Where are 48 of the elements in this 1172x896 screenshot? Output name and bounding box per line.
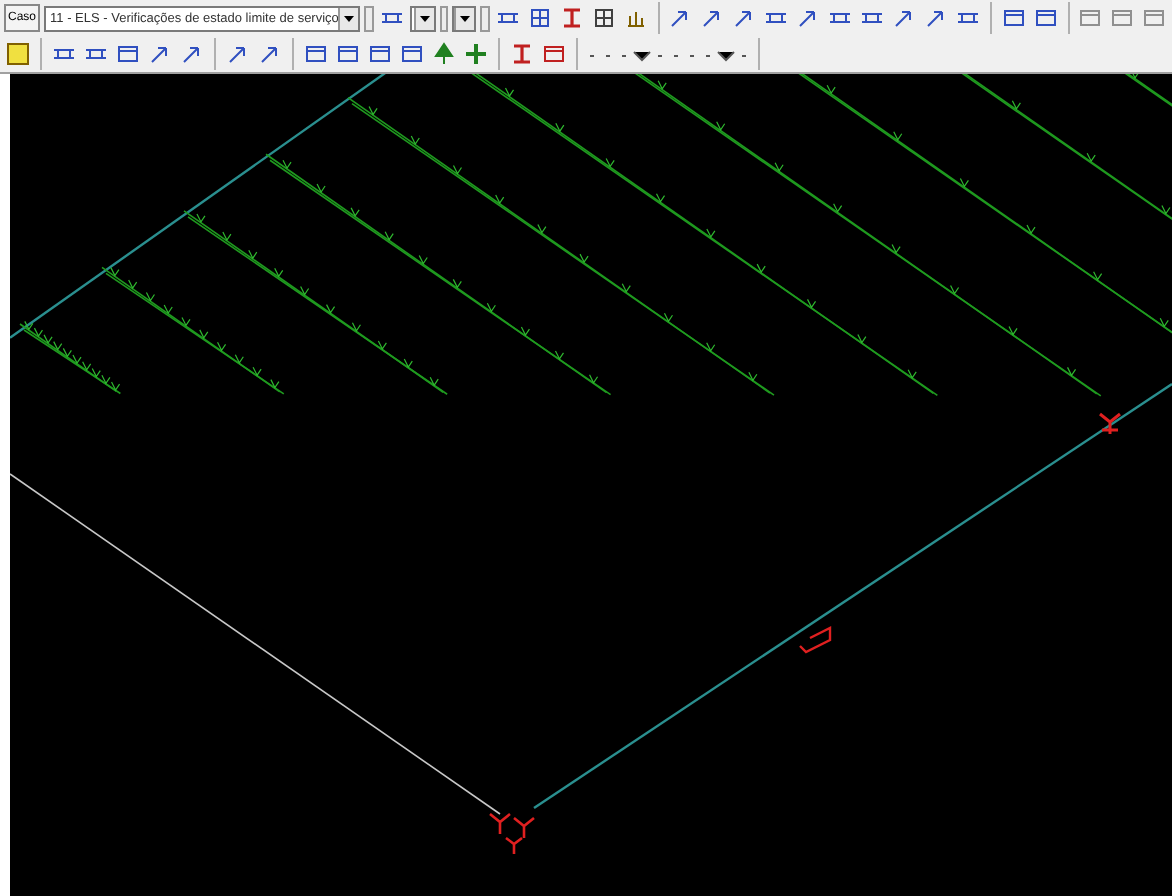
chart-icon	[623, 6, 648, 30]
window-icon	[542, 42, 566, 66]
arrow-icon	[180, 42, 204, 66]
arrow-icon	[148, 42, 172, 66]
toolbar-button[interactable]	[334, 40, 362, 68]
toolbar-button[interactable]	[430, 40, 458, 68]
toolbar-button[interactable]	[508, 40, 536, 68]
toolbar-button[interactable]	[4, 40, 32, 68]
cross-icon	[464, 42, 488, 66]
toolbar-button[interactable]	[462, 40, 490, 68]
grid-icon	[527, 6, 552, 30]
window-icon	[336, 42, 360, 66]
window-icon	[1110, 6, 1135, 30]
arrow-icon	[700, 6, 725, 30]
window-icon	[1078, 6, 1103, 30]
arrow-icon	[732, 6, 757, 30]
arrow-icon	[892, 6, 917, 30]
toolbar-button[interactable]	[398, 40, 426, 68]
window-icon	[1001, 6, 1026, 30]
pillar-icon	[559, 6, 584, 30]
toolbar-button[interactable]	[366, 40, 394, 68]
pillar-icon	[510, 42, 534, 66]
window-icon	[1142, 6, 1167, 30]
toolbar-button[interactable]	[999, 4, 1028, 32]
grid-icon	[591, 6, 616, 30]
caret-icon	[460, 15, 471, 21]
toolbar-button[interactable]	[302, 40, 330, 68]
arrow-icon	[924, 6, 949, 30]
window-icon	[1033, 6, 1058, 30]
arrow-icon	[226, 42, 250, 66]
window-icon	[400, 42, 424, 66]
marker-icon	[6, 42, 30, 66]
dropdown[interactable]	[452, 5, 477, 31]
toolbar-button[interactable]	[114, 40, 142, 68]
arrow-icon	[668, 6, 693, 30]
arrow-icon	[796, 6, 821, 30]
window-icon	[116, 42, 140, 66]
toolbar-button[interactable]	[589, 4, 618, 32]
tree-icon	[432, 42, 456, 66]
toolbar-button[interactable]	[1031, 4, 1060, 32]
caret-icon	[419, 15, 430, 21]
toolbar-button[interactable]	[540, 40, 568, 68]
arrow-icon	[258, 42, 282, 66]
window-icon	[368, 42, 392, 66]
toolbar-button[interactable]	[525, 4, 554, 32]
dropdown[interactable]	[409, 5, 436, 31]
caret-icon	[344, 15, 355, 21]
window-icon	[304, 42, 328, 66]
